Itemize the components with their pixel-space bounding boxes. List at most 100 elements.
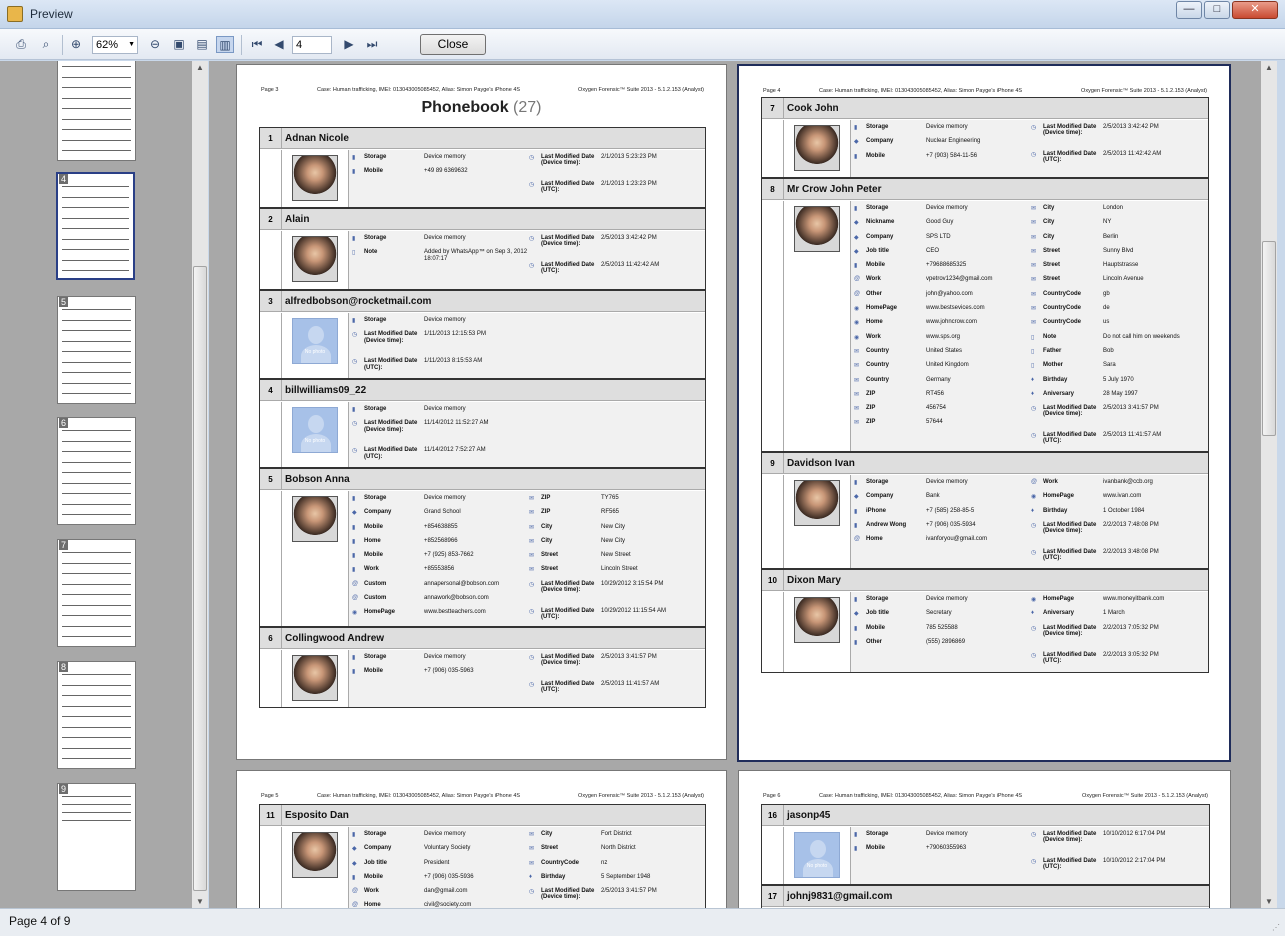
field-value: +7 (903) 584-11-56	[926, 152, 978, 159]
case-info: Case: Human trafficking, IMEI: 013043005…	[317, 793, 521, 799]
two-page-icon[interactable]: ▤	[193, 36, 211, 53]
field-value: +7 (925) 853-7662	[424, 552, 474, 559]
thumbnail-line	[62, 361, 131, 363]
field-icon: ▯	[1031, 348, 1035, 355]
print-icon[interactable]: ⎙	[12, 36, 30, 53]
page-scrollbar[interactable]: ▲ ▼	[1261, 61, 1277, 908]
thumbnail-line	[62, 238, 129, 240]
contact-card[interactable]: 6 Collingwood Andrew ▮ Storage Device memory…	[259, 627, 706, 708]
last-page-icon[interactable]: ⏭	[363, 36, 381, 53]
page-thumbnail[interactable]: 8	[57, 661, 136, 769]
scroll-up-icon[interactable]: ▲	[1261, 63, 1277, 72]
field-value: us	[1103, 319, 1110, 326]
field-icon: ◷	[1031, 152, 1037, 158]
field-value: CEO	[926, 247, 940, 254]
contact-card[interactable]: 1 Adnan Nicole ▮ Storage Device memory ▮ Mobil…	[259, 127, 706, 208]
field-label: Work	[1043, 479, 1058, 485]
minimize-button[interactable]: —	[1176, 1, 1202, 19]
field-icon: ▮	[352, 236, 356, 242]
contact-body: ▮ Storage Device memory ◆ Company Bank ▮ iPhone…	[762, 475, 1208, 568]
field-label: City	[1043, 233, 1055, 240]
field-label: City	[541, 537, 553, 544]
field-icon: ◆	[854, 611, 859, 618]
field-value: Lincoln Avenue	[1103, 276, 1144, 283]
contact-card[interactable]: 9 Davidson Ivan ▮ Storage Device memory ◆ Comp…	[761, 452, 1209, 569]
contact-card[interactable]: 7 Cook John ▮ Storage Device memory ◆ Company N…	[761, 97, 1209, 178]
field-icon: ◷	[529, 608, 535, 615]
report-page[interactable]: Page 3 Case: Human trafficking, IMEI: 013…	[236, 64, 727, 760]
close-window-button[interactable]: ✕	[1232, 1, 1278, 19]
contact-card[interactable]: 16 jasonp45 No photo ▮ Storage Device memory ▮…	[761, 804, 1210, 885]
single-page-icon[interactable]: ▣	[170, 36, 188, 53]
field-label: Work	[364, 888, 379, 895]
field-value: Germany	[926, 376, 951, 383]
field-label: Last Modified Date (Device time):	[1043, 831, 1097, 844]
field-icon: ✉	[1031, 206, 1037, 212]
contact-card[interactable]: 2 Alain ▮ Storage Device memory ▯ Note Added by…	[259, 208, 706, 290]
contact-card[interactable]: 5 Bobson Anna ▮ Storage Device memory ◆ Compan…	[259, 468, 706, 627]
field-value: www.moneyitbank.com	[1103, 596, 1165, 602]
page-thumbnail[interactable]: 4	[56, 172, 135, 280]
contact-card[interactable]: 3 alfredbobson@rocketmail.com No photo ▮ Sto…	[259, 290, 706, 379]
zoom-in-icon[interactable]: ⊕	[67, 36, 85, 53]
close-button[interactable]: Close	[420, 34, 486, 55]
field-icon: ✉	[854, 377, 860, 384]
thumbnails-icon[interactable]: ▥	[216, 36, 234, 53]
contact-card[interactable]: 11 Esposito Dan ▮ Storage Device memory ◆ Comp…	[259, 804, 706, 908]
field-label: Country	[866, 347, 889, 354]
thumbnail-scrollbar[interactable]: ▲ ▼	[192, 61, 208, 908]
field-label: Last Modified Date (Device time):	[364, 331, 418, 344]
field-icon: ◆	[352, 860, 357, 867]
field-value: 2/5/2013 11:41:57 AM	[601, 681, 660, 687]
page-thumbnail[interactable]: 9	[57, 783, 136, 891]
contact-photo	[292, 155, 338, 201]
contact-card[interactable]: 4 billwilliams09_22 No photo ▮ Storage Device…	[259, 379, 706, 468]
page-number-input[interactable]: 4	[292, 36, 332, 54]
title-bar: Preview — □ ✕	[0, 0, 1285, 29]
field-value: john@yahoo.com	[926, 290, 973, 297]
field-label: Street	[1043, 262, 1061, 269]
thumbnail-line	[62, 747, 131, 749]
contact-photo	[292, 496, 338, 542]
scroll-up-icon[interactable]: ▲	[192, 63, 208, 72]
page-thumbnail[interactable]: 7	[57, 539, 136, 647]
field-label: Note	[364, 249, 378, 256]
contact-card[interactable]: 8 Mr Crow John Peter ▮ Storage Device memory…	[761, 178, 1209, 452]
field-icon: ▮	[352, 524, 356, 531]
scroll-down-icon[interactable]: ▼	[192, 897, 208, 906]
page-thumbnail[interactable]: 6	[57, 417, 136, 525]
field-label: Mobile	[364, 873, 383, 880]
zoom-select[interactable]: 62% ▼	[92, 36, 138, 54]
scroll-down-icon[interactable]: ▼	[1261, 897, 1277, 906]
report-page[interactable]: Page 5 Case: Human trafficking, IMEI: 013…	[236, 770, 727, 908]
field-value: 10/10/2012 2:17:04 PM	[1103, 858, 1166, 864]
field-icon: ◷	[1031, 549, 1037, 556]
report-page[interactable]: Page 4 Case: Human trafficking, IMEI: 013…	[737, 64, 1231, 762]
field-value: North District	[601, 845, 636, 852]
find-icon[interactable]: ⌕	[37, 36, 55, 53]
scrollbar-thumb[interactable]	[193, 266, 207, 891]
page-thumbnail[interactable]: 5	[57, 296, 136, 404]
resize-grip-icon[interactable]: ⋰	[1272, 923, 1282, 933]
maximize-button[interactable]: □	[1204, 1, 1230, 19]
field-label: Storage	[866, 205, 889, 211]
field-label: City	[541, 523, 553, 530]
field-value: annapersonal@bobson.com	[424, 580, 500, 587]
field-label: Last Modified Date (Device time):	[541, 235, 595, 248]
next-page-icon[interactable]: ▶	[340, 36, 358, 53]
field-icon: ▮	[854, 153, 858, 160]
field-value: 2/5/2013 3:42:42 PM	[601, 235, 657, 241]
zoom-out-icon[interactable]: ⊖	[146, 36, 164, 53]
scrollbar-thumb[interactable]	[1262, 241, 1276, 436]
page-thumbnail[interactable]	[57, 61, 136, 161]
field-icon: ▮	[352, 567, 356, 574]
field-icon: ✉	[529, 832, 535, 838]
field-icon: ▮	[352, 538, 356, 545]
contact-number: 3	[260, 291, 282, 311]
contact-card[interactable]: 10 Dixon Mary ▮ Storage Device memory ◆ Job ti…	[761, 569, 1209, 673]
field-label: Last Modified Date (Device time):	[541, 654, 595, 667]
first-page-icon[interactable]: ⏮	[248, 36, 266, 53]
report-page[interactable]: Page 6 Case: Human trafficking, IMEI: 013…	[738, 770, 1231, 908]
contact-card[interactable]: 17johnj9831@gmail.comNo photo	[761, 885, 1210, 908]
previous-page-icon[interactable]: ◀	[270, 36, 288, 53]
